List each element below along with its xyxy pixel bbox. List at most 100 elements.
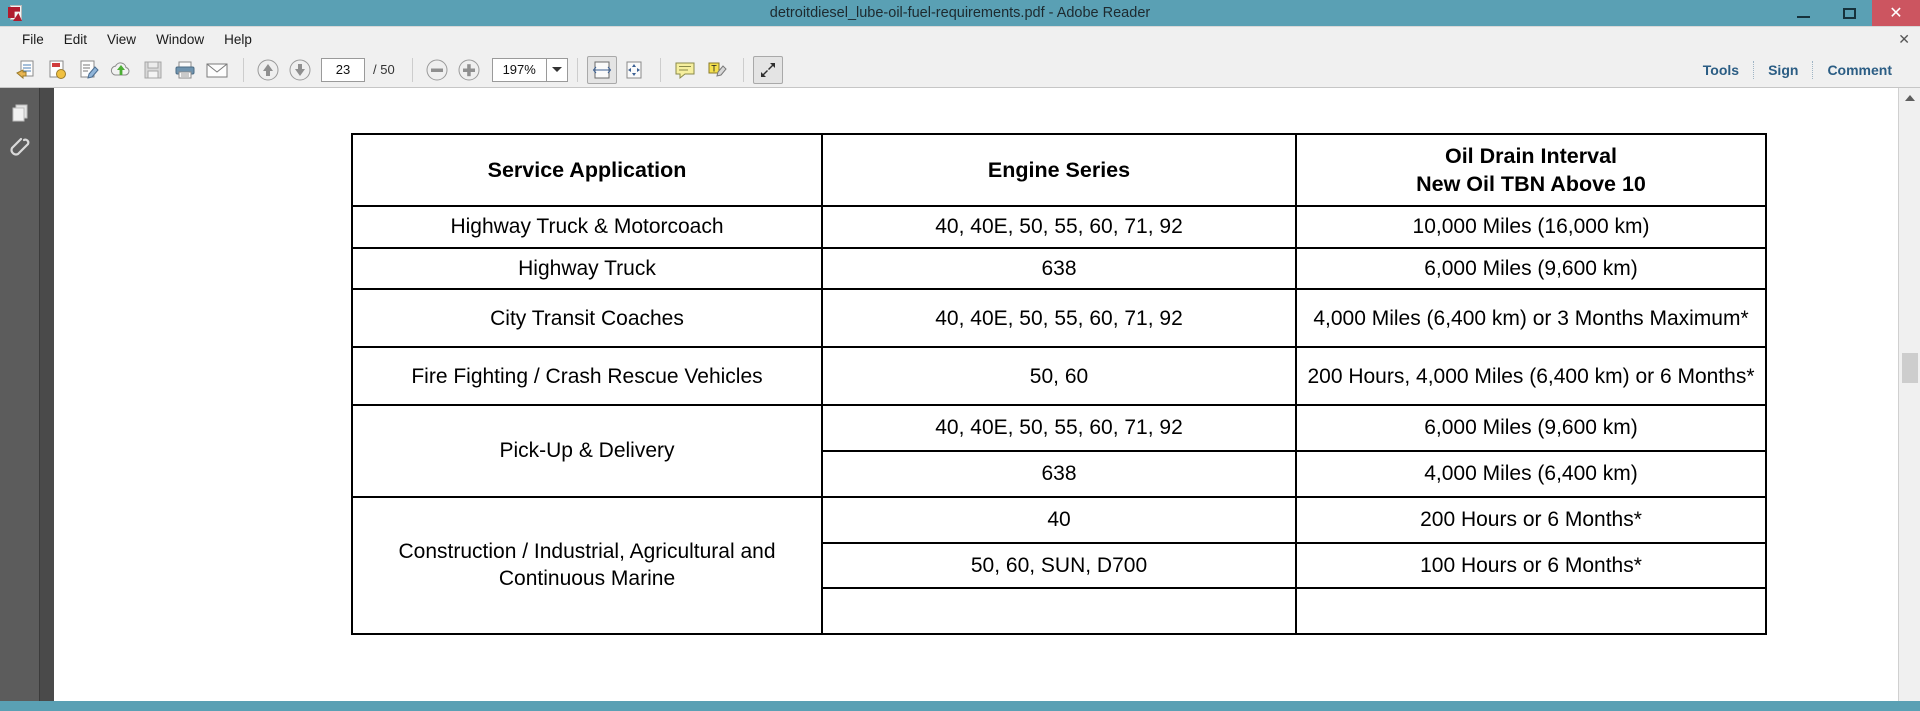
cell-interval: 200 Hours, 4,000 Miles (6,400 km) or 6 M… [1295, 346, 1767, 407]
email-icon [206, 63, 228, 77]
upload-cloud-button[interactable] [106, 56, 136, 84]
print-button[interactable] [170, 56, 200, 84]
document-area: Service Application Engine Series Oil Dr… [0, 88, 1920, 711]
cell-engine-group: 40 50, 60, SUN, D700 [821, 495, 1297, 636]
fullscreen-button[interactable] [752, 55, 783, 84]
cell-engine-group: 40, 40E, 50, 55, 60, 71, 92 638 [821, 404, 1297, 498]
cell-interval: 6,000 Miles (9,600 km) [1295, 246, 1767, 291]
comment-bubble-icon [675, 62, 695, 79]
tools-button[interactable]: Tools [1689, 62, 1753, 78]
cell-engine: 50, 60, SUN, D700 [823, 542, 1295, 590]
close-button[interactable]: ✕ [1872, 0, 1920, 26]
sign-button[interactable]: Sign [1754, 62, 1812, 78]
zoom-dropdown-button[interactable] [545, 57, 568, 82]
cell-engine: 40, 40E, 50, 55, 60, 71, 92 [821, 205, 1297, 249]
cell-engine: 638 [1041, 462, 1077, 486]
page-thumbnails-icon [12, 104, 27, 122]
create-pdf-icon [49, 60, 66, 79]
svg-text:T: T [711, 63, 717, 73]
table-row-split: Construction / Industrial, Agricultural … [351, 495, 1767, 636]
oil-drain-interval-table: Service Application Engine Series Oil Dr… [351, 133, 1767, 636]
vertical-scrollbar[interactable] [1898, 88, 1920, 711]
cell-service: Construction / Industrial, Agricultural … [351, 495, 823, 636]
cell-interval: 100 Hours or 6 Months* [1297, 542, 1765, 590]
menu-bar: File Edit View Window Help ✕ [0, 26, 1920, 52]
vertical-scroll-thumb[interactable] [1902, 353, 1918, 383]
cell-interval: 200 Hours or 6 Months* [1297, 497, 1765, 544]
toolbar-right-links: Tools Sign Comment [1689, 52, 1906, 88]
page-number-input[interactable]: 23 [321, 57, 365, 82]
cell-service: City Transit Coaches [351, 288, 823, 349]
table-row: Highway Truck & Motorcoach 40, 40E, 50, … [351, 205, 1767, 249]
cell-interval-group: 200 Hours or 6 Months* 100 Hours or 6 Mo… [1295, 495, 1767, 636]
cell-engine: 40, 40E, 50, 55, 60, 71, 92 [821, 288, 1297, 349]
cell-service: Highway Truck & Motorcoach [351, 205, 823, 249]
window-title: detroitdiesel_lube-oil-fuel-requirements… [769, 5, 1151, 21]
cell-interval-group: 6,000 Miles (9,600 km) 4,000 Miles (6,40… [1295, 404, 1767, 498]
window-bottom-edge [0, 701, 1920, 711]
page-viewport[interactable]: Service Application Engine Series Oil Dr… [40, 88, 1920, 711]
minus-circle-icon [426, 59, 448, 80]
highlight-text-button[interactable]: T [702, 56, 732, 84]
table-row: Highway Truck 638 6,000 Miles (9,600 km) [351, 246, 1767, 291]
header-engine-series: Engine Series [821, 133, 1297, 207]
table-header-row: Service Application Engine Series Oil Dr… [351, 133, 1767, 207]
navigation-rail [0, 88, 40, 711]
cell-engine: 638 [821, 246, 1297, 291]
email-button[interactable] [202, 56, 232, 84]
save-button[interactable] [138, 56, 168, 84]
cell-engine: 40, 40E, 50, 55, 60, 71, 92 [823, 406, 1295, 453]
menu-help[interactable]: Help [214, 30, 262, 49]
toolbar-separator [243, 57, 244, 82]
fit-width-button[interactable] [586, 55, 617, 84]
minimize-button[interactable] [1780, 0, 1826, 26]
attachments-icon [9, 137, 29, 156]
text-highlight-icon: T [708, 62, 727, 77]
zoom-out-button[interactable] [422, 56, 452, 84]
open-file-button[interactable] [10, 56, 40, 84]
cell-engine: 40 [823, 497, 1295, 544]
menu-file[interactable]: File [12, 30, 54, 49]
close-document-button[interactable]: ✕ [1898, 31, 1910, 47]
scroll-up-button[interactable] [1899, 88, 1920, 108]
open-file-icon [16, 60, 34, 79]
cell-engine-partial [823, 588, 1295, 633]
page-thumbnails-button[interactable] [5, 96, 35, 130]
save-icon [144, 61, 162, 78]
table-row-split: Pick-Up & Delivery 40, 40E, 50, 55, 60, … [351, 404, 1767, 498]
toolbar-separator-5 [742, 57, 744, 82]
maximize-icon [1842, 7, 1856, 19]
upload-cloud-icon [110, 61, 130, 75]
toolbar-separator-3 [576, 57, 578, 82]
arrow-down-icon [289, 59, 311, 80]
minimize-icon [1796, 16, 1810, 18]
zoom-level-input[interactable]: 197% [491, 57, 546, 82]
adobe-reader-window: detroitdiesel_lube-oil-fuel-requirements… [0, 0, 1920, 711]
chevron-down-icon [551, 67, 562, 72]
page-total-label: / 50 [373, 62, 395, 77]
toolbar-separator-2 [411, 57, 413, 82]
fit-page-button[interactable] [619, 56, 649, 84]
next-page-button[interactable] [285, 56, 315, 84]
fullscreen-icon [760, 62, 775, 77]
create-pdf-button[interactable] [42, 56, 72, 84]
previous-page-button[interactable] [253, 56, 283, 84]
cell-interval: 10,000 Miles (16,000 km) [1295, 205, 1767, 249]
edit-pdf-button[interactable] [74, 56, 104, 84]
header-service-application: Service Application [351, 133, 823, 207]
fit-width-icon [592, 61, 611, 78]
table-row: City Transit Coaches 40, 40E, 50, 55, 60… [351, 288, 1767, 349]
add-comment-button[interactable] [670, 56, 700, 84]
table-row: Fire Fighting / Crash Rescue Vehicles 50… [351, 346, 1767, 407]
comment-pane-button[interactable]: Comment [1813, 62, 1906, 78]
cell-interval: 4,000 Miles (6,400 km) or 3 Months Maxim… [1295, 288, 1767, 349]
attachments-button[interactable] [5, 130, 35, 164]
zoom-in-button[interactable] [454, 56, 484, 84]
plus-circle-icon [458, 59, 480, 80]
menu-window[interactable]: Window [146, 30, 214, 49]
edit-pdf-icon [80, 60, 99, 79]
cell-service: Fire Fighting / Crash Rescue Vehicles [351, 346, 823, 407]
menu-view[interactable]: View [97, 30, 146, 49]
maximize-button[interactable] [1826, 0, 1872, 26]
menu-edit[interactable]: Edit [54, 30, 97, 49]
